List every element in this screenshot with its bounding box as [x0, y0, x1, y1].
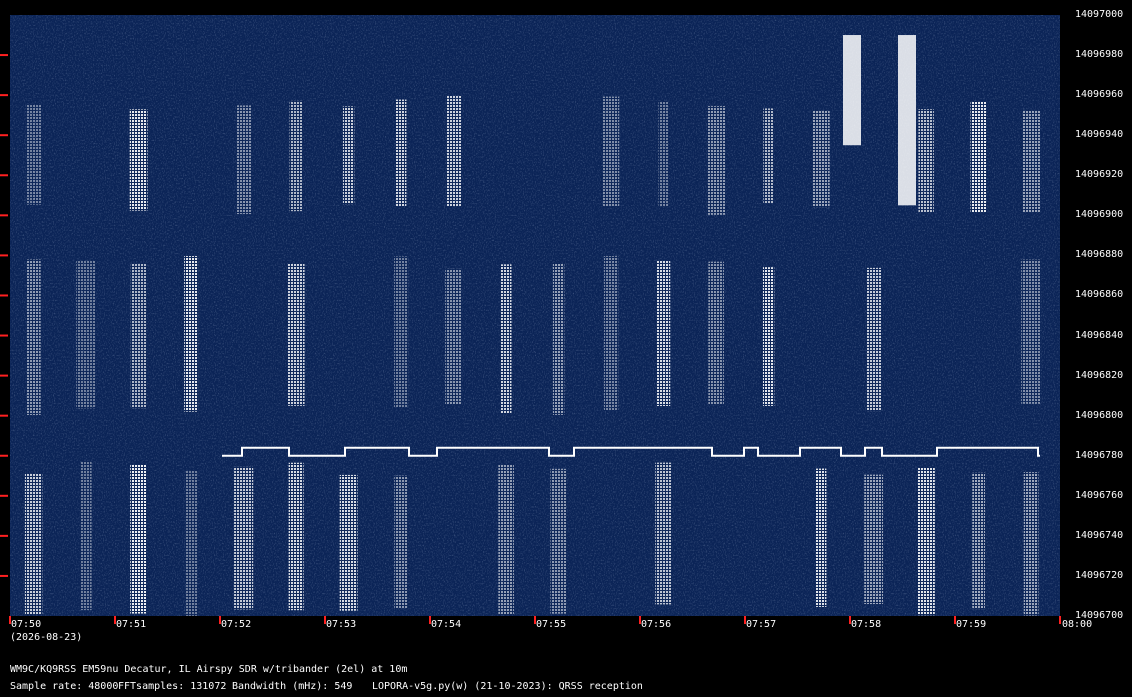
y-tick-label: 14096740 [1075, 529, 1124, 541]
signal-streak [342, 106, 355, 205]
y-tick-label: 14097000 [1075, 9, 1124, 20]
signal-streak [130, 263, 147, 409]
signal-streak [236, 105, 252, 215]
y-tick-label: 14096920 [1075, 169, 1124, 181]
y-tick-mark [0, 174, 8, 177]
signal-streak [708, 261, 724, 405]
signal-streak [972, 472, 985, 610]
signal-streak [552, 263, 565, 415]
y-tick-label: 14096760 [1075, 489, 1124, 501]
x-tick-label: 07:58 [851, 619, 882, 630]
signal-streak [812, 110, 830, 208]
signal-streak [184, 470, 198, 616]
x-tick-label: 08:00 [1062, 619, 1093, 630]
signal-streak [1023, 472, 1039, 616]
y-tick-mark [0, 94, 8, 97]
y-tick-label: 14096720 [1075, 569, 1124, 581]
signal-streak [26, 259, 41, 416]
x-tick-label: 07:51 [116, 619, 147, 630]
signal-streak [917, 466, 935, 616]
y-tick-label: 14096820 [1075, 369, 1124, 381]
y-tick-mark [0, 134, 8, 137]
x-tick-mark [1059, 616, 1061, 624]
signal-streak [130, 464, 147, 614]
y-tick-label: 14096960 [1075, 89, 1124, 101]
signal-streak [1021, 259, 1042, 404]
signal-streak [498, 464, 514, 615]
signal-streak [287, 263, 305, 406]
y-tick-mark [0, 454, 8, 457]
signal-streak [184, 256, 199, 412]
signal-streak [394, 475, 408, 610]
x-tick-label: 07:57 [746, 619, 777, 630]
y-tick-mark [0, 534, 8, 537]
signal-streak [762, 267, 775, 406]
x-tick-label: 07:55 [536, 619, 567, 630]
sample-rate: Sample rate: 48000 [10, 681, 119, 692]
x-tick-label: 07:56 [641, 619, 672, 630]
y-tick-label: 14096880 [1075, 249, 1124, 261]
signal-streak [395, 99, 407, 207]
signal-streak [24, 473, 43, 615]
signal-streak [394, 256, 409, 408]
y-tick-mark [0, 294, 8, 297]
station-info: WM9C/KQ9RSS EM59nu Decatur, IL Airspy SD… [10, 664, 408, 675]
signal-streak [603, 96, 620, 207]
bandwidth: Bandwidth (mHz): 549 [232, 681, 353, 692]
signal-streak [843, 35, 861, 146]
y-tick-mark [0, 254, 8, 257]
signal-streak [288, 462, 304, 611]
waterfall-spectrogram [0, 15, 1061, 624]
qrss-grabber-screen: 14097000 14096980 14096960 14096940 14096920… [0, 0, 1132, 697]
y-tick-label: 14096800 [1075, 409, 1124, 421]
signal-streak [80, 461, 92, 611]
y-tick-mark [0, 54, 8, 57]
y-tick-label: 14096900 [1075, 209, 1124, 221]
signal-streak [655, 462, 672, 605]
x-tick-label: 07:54 [431, 619, 462, 630]
signal-streak [129, 109, 148, 211]
signal-streak [864, 474, 884, 605]
x-tick-label: 07:52 [221, 619, 252, 630]
software-info: LOPORA-v5g.py(w) (21-10-2023): QRSS rece… [372, 681, 643, 692]
y-tick-mark [0, 574, 8, 577]
signal-streak [603, 256, 619, 411]
y-tick-mark [0, 414, 8, 417]
signal-streak [706, 106, 726, 215]
signal-streak [763, 108, 774, 204]
signal-streak [658, 101, 669, 207]
y-tick-label: 14096940 [1075, 129, 1124, 141]
y-tick-mark [0, 214, 8, 217]
signal-streak [500, 264, 512, 414]
date-label: (2026-08-23) [10, 632, 83, 643]
x-tick-label: 07:53 [326, 619, 357, 630]
fft-samples: FFTsamples: 131072 [118, 681, 227, 692]
signal-streak [25, 104, 42, 205]
signal-streak [970, 101, 987, 213]
signal-streak [289, 100, 303, 212]
y-tick-mark [0, 374, 8, 377]
signal-streak [656, 260, 671, 407]
signal-streak [866, 267, 882, 412]
signal-streak [815, 468, 827, 607]
y-tick-mark [0, 494, 8, 497]
signal-streak [918, 109, 934, 212]
y-tick-mark [0, 334, 8, 337]
y-tick-label: 14096840 [1075, 329, 1124, 341]
y-tick-label: 14096780 [1075, 449, 1124, 461]
x-tick-label: 07:59 [956, 619, 987, 630]
signal-streak [445, 95, 462, 207]
signal-streak [339, 474, 358, 611]
y-tick-label: 14096980 [1075, 49, 1124, 61]
signal-streak [1022, 109, 1041, 213]
x-tick-label: 07:50 [11, 619, 42, 630]
signal-streak [234, 466, 254, 610]
signal-streak [445, 268, 463, 405]
signal-streak [898, 35, 916, 206]
y-tick-label: 14096860 [1075, 289, 1124, 301]
signal-streak [550, 468, 567, 614]
signal-streak [76, 260, 96, 409]
